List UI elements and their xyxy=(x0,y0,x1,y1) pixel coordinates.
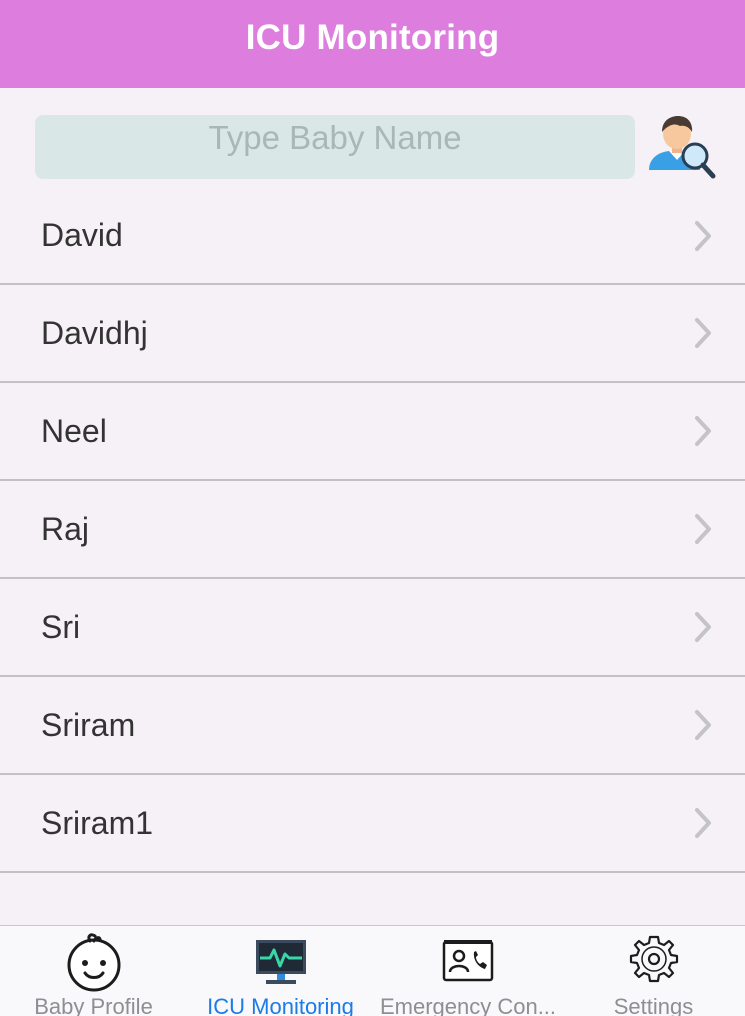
baby-face-icon xyxy=(67,933,120,992)
chevron-right-icon xyxy=(695,710,711,740)
tab-emergency-contacts[interactable]: Emergency Con... xyxy=(374,926,562,1016)
tab-bar: Baby Profile ICU Monitoring Emergency Co… xyxy=(0,925,745,1016)
chevron-right-icon xyxy=(695,318,711,348)
tab-label: Settings xyxy=(613,994,694,1016)
app-screen: ICU Monitoring David Davidhj xyxy=(0,0,745,1016)
list-item[interactable]: Raj xyxy=(0,481,745,579)
tab-label: Baby Profile xyxy=(34,994,153,1016)
list-item[interactable]: David xyxy=(0,188,745,285)
contact-phone-icon xyxy=(442,940,494,982)
chevron-right-icon xyxy=(695,514,711,544)
baby-name: Sriram1 xyxy=(41,804,154,841)
baby-name-search-input[interactable] xyxy=(35,115,635,179)
chevron-right-icon xyxy=(695,220,711,251)
chevron-right-icon xyxy=(695,416,711,446)
gear-icon xyxy=(629,935,678,983)
tab-label: Emergency Con... xyxy=(379,994,557,1016)
baby-name: Raj xyxy=(41,510,90,547)
search-bar xyxy=(0,88,745,188)
list-item[interactable]: Neel xyxy=(0,383,745,481)
tab-settings[interactable]: Settings xyxy=(562,926,745,1016)
baby-name: Sri xyxy=(41,608,81,645)
navigation-bar: ICU Monitoring xyxy=(0,0,745,88)
baby-name: Neel xyxy=(41,412,107,449)
user-search-icon[interactable] xyxy=(645,114,717,180)
tab-icu-monitoring[interactable]: ICU Monitoring xyxy=(187,926,374,1016)
list-item[interactable]: Sriram1 xyxy=(0,775,745,873)
page-title: ICU Monitoring xyxy=(245,18,500,57)
baby-name: David xyxy=(41,217,123,253)
monitor-heartbeat-icon xyxy=(255,940,306,984)
list-item[interactable]: Davidhj xyxy=(0,285,745,383)
list-item[interactable]: Sri xyxy=(0,579,745,677)
list-item[interactable]: Sriram xyxy=(0,677,745,775)
chevron-right-icon xyxy=(695,612,711,642)
baby-name: Sriram xyxy=(41,706,136,743)
baby-list: David Davidhj Neel Raj Sri Sriram Sriram… xyxy=(0,188,745,873)
chevron-right-icon xyxy=(695,808,711,838)
baby-name: Davidhj xyxy=(41,314,148,351)
tab-baby-profile[interactable]: Baby Profile xyxy=(0,926,187,1016)
tab-label: ICU Monitoring xyxy=(207,994,354,1016)
